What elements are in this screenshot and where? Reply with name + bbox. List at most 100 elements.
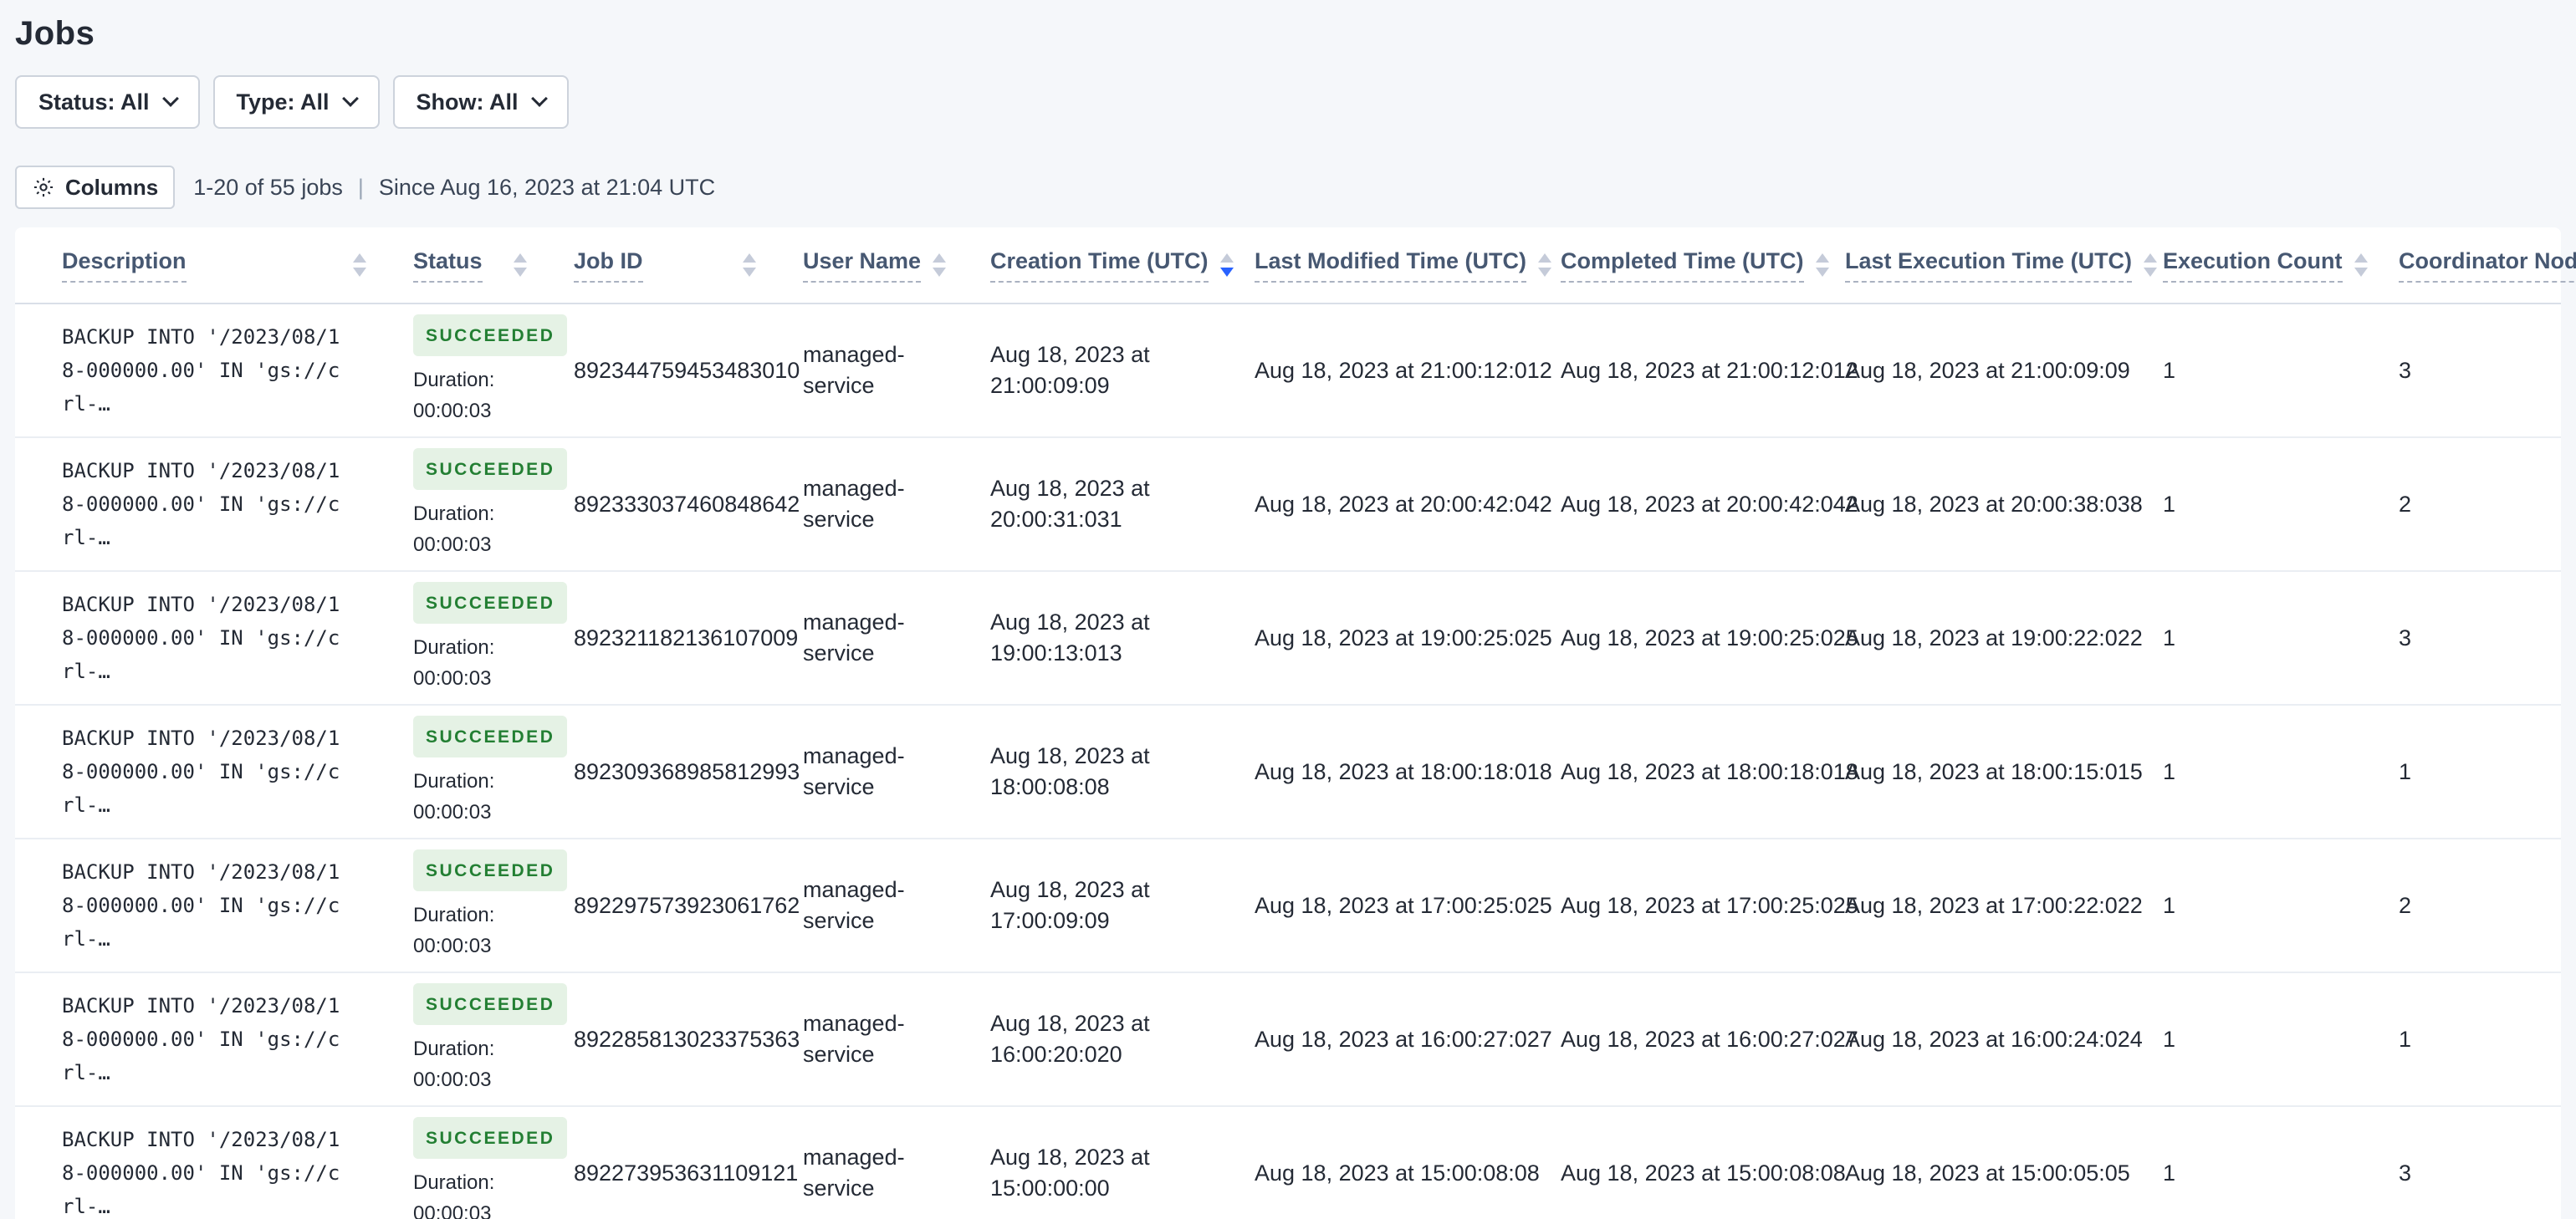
last-modified-time-cell: Aug 18, 2023 at 21:00:12:012: [1255, 357, 1552, 383]
creation-time-cell: Aug 18, 2023 at 19:00:13:013: [990, 610, 1150, 666]
coordinator-node-cell: 2: [2399, 491, 2412, 517]
creation-time-cell: Aug 18, 2023 at 17:00:09:09: [990, 877, 1150, 933]
status-filter-dropdown[interactable]: Status: All: [15, 75, 200, 129]
duration-label: Duration:: [413, 1171, 495, 1194]
job-description-link[interactable]: BACKUP INTO '/2023/08/18-000000.00' IN '…: [62, 722, 371, 822]
sort-down-arrow-icon: [2354, 268, 2368, 277]
gear-icon: [33, 177, 54, 197]
columns-button[interactable]: Columns: [15, 166, 176, 209]
status-badge: SUCCEEDED: [413, 983, 568, 1025]
sort-arrows-icon: [514, 253, 527, 277]
status-badge: SUCCEEDED: [413, 314, 568, 356]
job-description-link[interactable]: BACKUP INTO '/2023/08/18-000000.00' IN '…: [62, 454, 371, 554]
duration-value: 00:00:03: [413, 801, 492, 824]
creation-time-cell: Aug 18, 2023 at 21:00:09:09: [990, 342, 1150, 398]
column-header-status[interactable]: Status: [413, 248, 574, 283]
coordinator-node-cell: 1: [2399, 758, 2412, 784]
job-id-cell: 892285813023375363: [574, 1026, 800, 1052]
type-filter-label: Type: All: [236, 89, 330, 115]
status-cell: SUCCEEDED Duration: 00:00:03: [413, 582, 574, 694]
table-row: BACKUP INTO '/2023/08/18-000000.00' IN '…: [15, 706, 2561, 839]
job-id-cell: 892309368985812993: [574, 758, 800, 784]
sort-arrows-icon: [933, 253, 947, 277]
status-cell: SUCCEEDED Duration: 00:00:03: [413, 849, 574, 961]
column-header-completed-time-utc[interactable]: Completed Time (UTC): [1561, 248, 1845, 283]
column-header-coordinator-node[interactable]: Coordinator Node: [2399, 248, 2576, 283]
sort-down-arrow-icon: [2144, 268, 2158, 277]
jobs-count-text: 1-20 of 55 jobs: [193, 174, 343, 200]
last-modified-time-cell: Aug 18, 2023 at 18:00:18:018: [1255, 758, 1552, 784]
execution-count-cell: 1: [2163, 491, 2176, 517]
execution-count-cell: 1: [2163, 1026, 2176, 1052]
completed-time-cell: Aug 18, 2023 at 20:00:42:042: [1561, 491, 1858, 517]
completed-time-cell: Aug 18, 2023 at 16:00:27:027: [1561, 1026, 1858, 1052]
last-modified-time-cell: Aug 18, 2023 at 15:00:08:08: [1255, 1160, 1540, 1186]
job-description-link[interactable]: BACKUP INTO '/2023/08/18-000000.00' IN '…: [62, 320, 371, 421]
since-text: Since Aug 16, 2023 at 21:04 UTC: [378, 174, 716, 200]
execution-count-cell: 1: [2163, 758, 2176, 784]
column-header-execution-count[interactable]: Execution Count: [2163, 248, 2399, 283]
column-header-creation-time-utc[interactable]: Creation Time (UTC): [990, 248, 1255, 283]
completed-time-cell: Aug 18, 2023 at 19:00:25:025: [1561, 625, 1858, 650]
type-filter-dropdown[interactable]: Type: All: [212, 75, 380, 129]
status-cell: SUCCEEDED Duration: 00:00:03: [413, 983, 574, 1095]
job-description-link[interactable]: BACKUP INTO '/2023/08/18-000000.00' IN '…: [62, 588, 371, 688]
status-cell: SUCCEEDED Duration: 00:00:03: [413, 448, 574, 560]
separator: |: [357, 174, 364, 200]
job-description-link[interactable]: BACKUP INTO '/2023/08/18-000000.00' IN '…: [62, 1123, 371, 1219]
sort-up-arrow-icon: [2144, 253, 2158, 263]
completed-time-cell: Aug 18, 2023 at 21:00:12:012: [1561, 357, 1858, 383]
table-row: BACKUP INTO '/2023/08/18-000000.00' IN '…: [15, 572, 2561, 706]
status-cell: SUCCEEDED Duration: 00:00:03: [413, 716, 574, 828]
show-filter-label: Show: All: [416, 89, 519, 115]
job-id-cell: 892344759453483010: [574, 357, 800, 383]
sort-up-arrow-icon: [1815, 253, 1829, 263]
table-toolbar: Columns 1-20 of 55 jobs | Since Aug 16, …: [15, 166, 2561, 209]
coordinator-node-cell: 3: [2399, 1160, 2412, 1186]
last-execution-time-cell: Aug 18, 2023 at 21:00:09:09: [1845, 357, 2130, 383]
column-header-user-name[interactable]: User Name: [803, 248, 990, 283]
completed-time-cell: Aug 18, 2023 at 15:00:08:08: [1561, 1160, 1846, 1186]
sort-arrows-icon: [1815, 253, 1829, 277]
sort-down-arrow-icon: [353, 268, 366, 277]
user-name-cell: managed-service: [803, 1011, 905, 1067]
duration-label: Duration:: [413, 904, 495, 926]
sort-arrows-icon: [2144, 253, 2158, 277]
user-name-cell: managed-service: [803, 476, 905, 532]
column-header-job-id[interactable]: Job ID: [574, 248, 803, 283]
last-execution-time-cell: Aug 18, 2023 at 18:00:15:015: [1845, 758, 2143, 784]
column-header-last-modified-time-utc[interactable]: Last Modified Time (UTC): [1255, 248, 1561, 283]
last-modified-time-cell: Aug 18, 2023 at 19:00:25:025: [1255, 625, 1552, 650]
duration-value: 00:00:03: [413, 1202, 492, 1219]
column-header-last-execution-time-utc[interactable]: Last Execution Time (UTC): [1845, 248, 2163, 283]
status-cell: SUCCEEDED Duration: 00:00:03: [413, 1117, 574, 1219]
table-body: BACKUP INTO '/2023/08/18-000000.00' IN '…: [15, 304, 2561, 1219]
job-description-link[interactable]: BACKUP INTO '/2023/08/18-000000.00' IN '…: [62, 855, 371, 956]
chevron-down-icon: [341, 90, 359, 107]
sort-arrows-icon: [743, 253, 756, 277]
table-row: BACKUP INTO '/2023/08/18-000000.00' IN '…: [15, 438, 2561, 572]
job-description-link[interactable]: BACKUP INTO '/2023/08/18-000000.00' IN '…: [62, 989, 371, 1089]
execution-count-cell: 1: [2163, 1160, 2176, 1186]
duration-label: Duration:: [413, 502, 495, 525]
duration-value: 00:00:03: [413, 667, 492, 690]
last-modified-time-cell: Aug 18, 2023 at 16:00:27:027: [1255, 1026, 1552, 1052]
completed-time-cell: Aug 18, 2023 at 18:00:18:018: [1561, 758, 1858, 784]
table-row: BACKUP INTO '/2023/08/18-000000.00' IN '…: [15, 839, 2561, 973]
duration-label: Duration:: [413, 1038, 495, 1060]
status-badge: SUCCEEDED: [413, 716, 568, 757]
sort-down-arrow-icon: [1538, 268, 1552, 277]
table-header-row: Description Status Job ID User Name Crea…: [15, 227, 2576, 304]
show-filter-dropdown[interactable]: Show: All: [392, 75, 569, 129]
sort-up-arrow-icon: [353, 253, 366, 263]
job-id-cell: 892321182136107009: [574, 625, 799, 650]
coordinator-node-cell: 3: [2399, 357, 2412, 383]
chevron-down-icon: [161, 90, 179, 107]
chevron-down-icon: [530, 90, 548, 107]
sort-down-arrow-icon: [514, 268, 527, 277]
column-header-description[interactable]: Description: [62, 248, 413, 283]
user-name-cell: managed-service: [803, 342, 905, 398]
duration-label: Duration:: [413, 636, 495, 659]
sort-down-arrow-icon: [743, 268, 756, 277]
creation-time-cell: Aug 18, 2023 at 15:00:00:00: [990, 1145, 1150, 1201]
